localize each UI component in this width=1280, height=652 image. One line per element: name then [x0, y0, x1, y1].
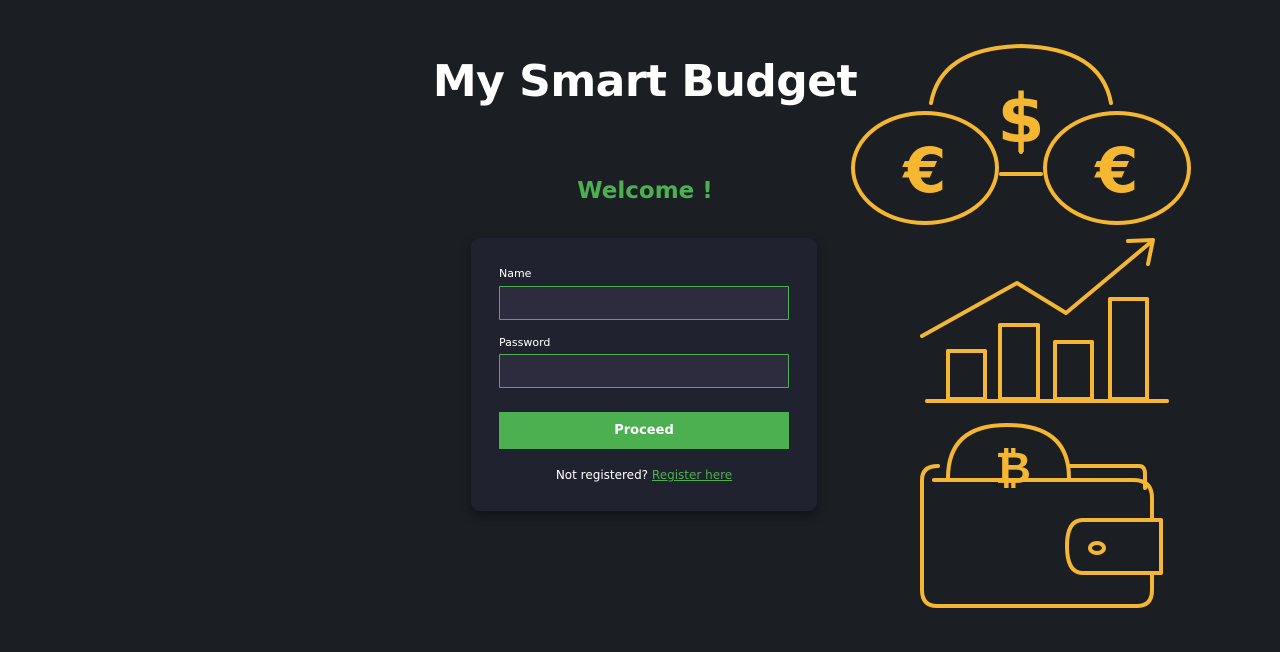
password-label: Password [499, 336, 551, 349]
login-page: My Smart Budget Welcome ! Name Password … [0, 0, 1280, 652]
register-link[interactable]: Register here [652, 468, 732, 482]
wallet-icon [920, 423, 1163, 608]
growth-chart-icon [920, 238, 1169, 403]
euro-symbol-left: € [901, 134, 946, 207]
finance-illustration: $ € € ₿ [851, 44, 1191, 608]
password-input[interactable] [499, 354, 789, 388]
dollar-symbol: $ [997, 80, 1044, 159]
login-form: Name Password Proceed Not registered? Re… [471, 238, 817, 511]
register-prompt-line: Not registered? Register here [471, 468, 817, 482]
euro-symbol-right: € [1093, 134, 1138, 207]
bitcoin-symbol: ₿ [995, 443, 1031, 494]
register-prompt-text: Not registered? [555, 468, 649, 482]
name-input[interactable] [499, 286, 789, 320]
proceed-button[interactable]: Proceed [499, 412, 789, 449]
name-label: Name [499, 267, 532, 280]
